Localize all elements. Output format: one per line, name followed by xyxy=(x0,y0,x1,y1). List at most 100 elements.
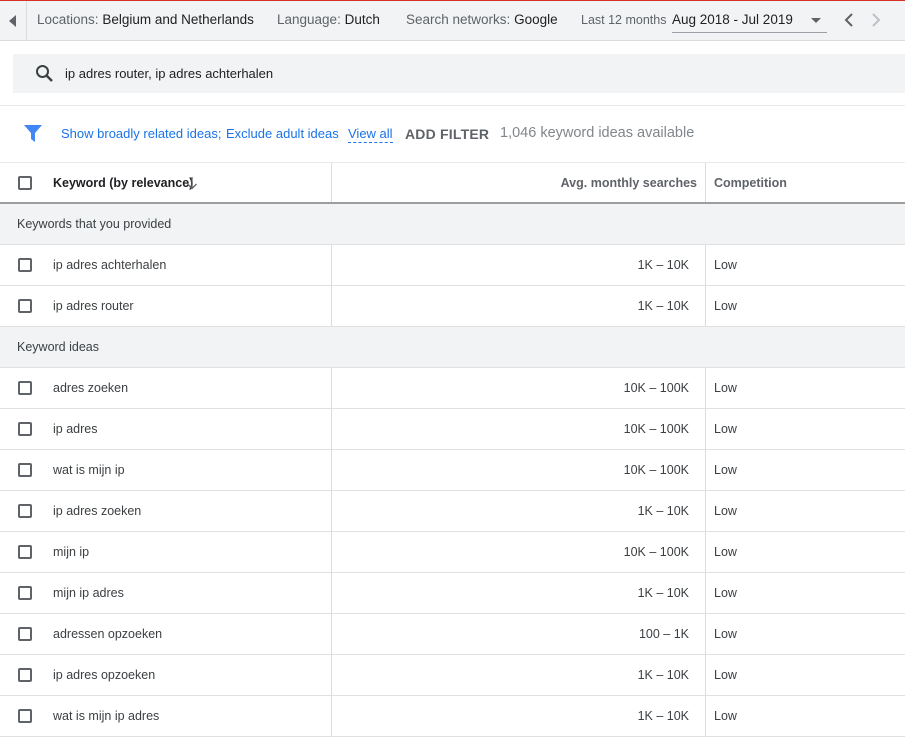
table-row[interactable]: wat is mijn ip adres 1K – 10K Low xyxy=(0,696,905,737)
locations-setting[interactable]: Locations: Belgium and Netherlands xyxy=(37,12,254,27)
view-all-link[interactable]: View all xyxy=(348,126,393,143)
column-divider xyxy=(705,450,706,490)
select-all-checkbox[interactable] xyxy=(18,176,32,190)
table-header-row: Keyword (by relevance) Avg. monthly sear… xyxy=(0,163,905,204)
previous-period-button[interactable] xyxy=(839,10,859,30)
avg-searches-cell: 10K – 100K xyxy=(623,463,689,477)
avg-searches-cell: 1K – 10K xyxy=(637,709,689,723)
table-row[interactable]: ip adres router 1K – 10K Low xyxy=(0,286,905,327)
keyword-cell: adressen opzoeken xyxy=(53,627,163,641)
keyword-column-header[interactable]: Keyword (by relevance) xyxy=(53,176,193,190)
keyword-cell: mijn ip xyxy=(53,545,90,559)
search-networks-setting[interactable]: Search networks: Google xyxy=(406,12,558,27)
competition-cell: Low xyxy=(714,709,737,723)
column-divider xyxy=(705,614,706,654)
networks-value: Google xyxy=(514,12,558,27)
avg-searches-cell: 100 – 1K xyxy=(638,627,689,641)
table-row[interactable]: ip adres zoeken 1K – 10K Low xyxy=(0,491,905,532)
row-checkbox[interactable] xyxy=(18,545,32,559)
period-label: Last 12 months xyxy=(581,13,666,27)
row-checkbox[interactable] xyxy=(18,586,32,600)
search-icon xyxy=(36,65,53,82)
locations-label: Locations: xyxy=(37,12,99,27)
exclude-adult-ideas-link[interactable]: Exclude adult ideas xyxy=(226,126,339,141)
next-period-button[interactable] xyxy=(866,10,886,30)
filter-funnel-icon[interactable] xyxy=(24,125,42,143)
section-label: Keyword ideas xyxy=(17,340,99,354)
keyword-cell: wat is mijn ip adres xyxy=(53,709,160,723)
avg-searches-cell: 10K – 100K xyxy=(623,422,689,436)
section-label: Keywords that you provided xyxy=(17,217,172,231)
add-filter-button[interactable]: ADD FILTER xyxy=(405,126,489,142)
avg-monthly-searches-header[interactable]: Avg. monthly searches xyxy=(561,176,697,190)
column-divider xyxy=(705,491,706,531)
chevron-left-icon xyxy=(844,13,853,27)
column-divider xyxy=(331,655,332,695)
column-divider xyxy=(705,573,706,613)
date-range-select[interactable]: Aug 2018 - Jul 2019 xyxy=(672,7,827,33)
avg-searches-cell: 1K – 10K xyxy=(637,668,689,682)
row-checkbox[interactable] xyxy=(18,504,32,518)
language-setting[interactable]: Language: Dutch xyxy=(277,12,380,27)
competition-cell: Low xyxy=(714,545,737,559)
avg-searches-cell: 10K – 100K xyxy=(623,381,689,395)
column-divider xyxy=(705,655,706,695)
back-caret-icon xyxy=(9,15,16,27)
dropdown-caret-icon xyxy=(811,18,821,23)
row-checkbox[interactable] xyxy=(18,463,32,477)
column-divider xyxy=(705,696,706,736)
column-divider xyxy=(331,491,332,531)
avg-searches-cell: 10K – 100K xyxy=(623,545,689,559)
top-settings-bar: Locations: Belgium and Netherlands Langu… xyxy=(0,0,905,41)
column-divider xyxy=(705,409,706,449)
keyword-cell: ip adres opzoeken xyxy=(53,668,156,682)
search-input[interactable]: ip adres router, ip adres achterhalen xyxy=(65,66,273,81)
keyword-table: Keyword (by relevance) Avg. monthly sear… xyxy=(0,163,905,737)
column-divider xyxy=(331,409,332,449)
column-divider xyxy=(705,286,706,326)
competition-cell: Low xyxy=(714,381,737,395)
period-label-text: Last 12 months xyxy=(581,13,667,27)
language-label: Language: xyxy=(277,12,341,27)
column-divider xyxy=(331,450,332,490)
row-checkbox[interactable] xyxy=(18,299,32,313)
keyword-search-bar[interactable]: ip adres router, ip adres achterhalen xyxy=(13,54,905,93)
keyword-cell: mijn ip adres xyxy=(53,586,124,600)
divider xyxy=(0,105,905,106)
column-divider xyxy=(705,245,706,285)
table-row[interactable]: mijn ip adres 1K – 10K Low xyxy=(0,573,905,614)
show-broadly-related-ideas-link[interactable]: Show broadly related ideas; xyxy=(61,126,221,141)
competition-cell: Low xyxy=(714,258,737,272)
keyword-cell: adres zoeken xyxy=(53,381,129,395)
chevron-right-icon xyxy=(872,13,881,27)
table-row[interactable]: ip adres opzoeken 1K – 10K Low xyxy=(0,655,905,696)
keyword-cell: ip adres xyxy=(53,422,98,436)
table-row[interactable]: adressen opzoeken 100 – 1K Low xyxy=(0,614,905,655)
row-checkbox[interactable] xyxy=(18,668,32,682)
table-row[interactable]: adres zoeken 10K – 100K Low xyxy=(0,368,905,409)
column-divider xyxy=(331,614,332,654)
locations-value: Belgium and Netherlands xyxy=(102,12,254,27)
row-checkbox[interactable] xyxy=(18,381,32,395)
section-row-provided: Keywords that you provided xyxy=(0,204,905,245)
row-checkbox[interactable] xyxy=(18,627,32,641)
competition-cell: Low xyxy=(714,586,737,600)
collapse-button[interactable] xyxy=(0,1,27,41)
table-row[interactable]: ip adres 10K – 100K Low xyxy=(0,409,905,450)
row-checkbox[interactable] xyxy=(18,422,32,436)
row-checkbox[interactable] xyxy=(18,258,32,272)
column-divider xyxy=(331,286,332,326)
avg-searches-cell: 1K – 10K xyxy=(637,586,689,600)
competition-header[interactable]: Competition xyxy=(714,176,787,190)
table-row[interactable]: wat is mijn ip 10K – 100K Low xyxy=(0,450,905,491)
keyword-cell: ip adres achterhalen xyxy=(53,258,167,272)
sort-arrow-down-icon[interactable] xyxy=(186,177,198,190)
column-divider xyxy=(331,573,332,613)
competition-cell: Low xyxy=(714,627,737,641)
avg-searches-cell: 1K – 10K xyxy=(637,504,689,518)
table-row[interactable]: mijn ip 10K – 100K Low xyxy=(0,532,905,573)
row-checkbox[interactable] xyxy=(18,709,32,723)
column-divider xyxy=(331,245,332,285)
table-row[interactable]: ip adres achterhalen 1K – 10K Low xyxy=(0,245,905,286)
column-divider xyxy=(705,368,706,408)
